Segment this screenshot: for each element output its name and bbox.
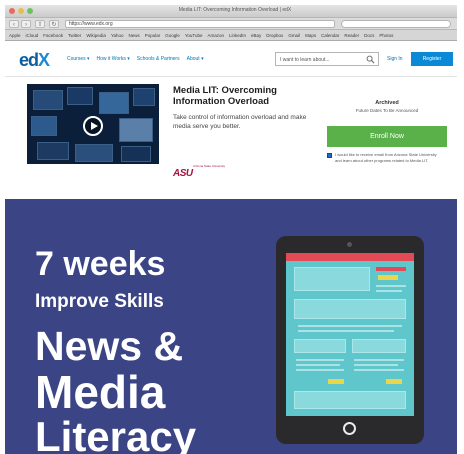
promo-headline-1: News & xyxy=(35,323,184,369)
school-name: Arizona State University xyxy=(193,164,226,168)
nav-schools-partners[interactable]: Schools & Partners xyxy=(137,56,180,62)
sign-in-link[interactable]: Sign In xyxy=(387,56,403,62)
bookmark-item[interactable]: LinkedIn xyxy=(229,33,246,38)
bookmark-item[interactable]: Facebook xyxy=(43,33,63,38)
logo-accent: X xyxy=(38,50,50,70)
nav-about[interactable]: About ▾ xyxy=(187,56,204,62)
enroll-button[interactable]: Enroll Now xyxy=(327,126,447,147)
bookmark-item[interactable]: eBay xyxy=(251,33,261,38)
minimize-window-button[interactable] xyxy=(18,8,24,14)
title-bar: Media LIT: Overcoming Information Overlo… xyxy=(5,5,457,18)
main-nav: Courses ▾ How it Works ▾ Schools & Partn… xyxy=(67,56,204,62)
promo-duration: 7 weeks xyxy=(35,245,166,283)
promo-subtitle: Improve Skills xyxy=(35,291,164,312)
register-button[interactable]: Register xyxy=(411,52,453,66)
email-optin-label: I would like to receive email from Arizo… xyxy=(335,152,437,163)
course-summary: Media LIT: Overcoming Information Overlo… xyxy=(5,77,457,199)
search-placeholder: I want to learn about... xyxy=(280,57,330,63)
window-controls xyxy=(9,8,33,14)
tablet-screen xyxy=(286,253,414,416)
course-description: Take control of information overload and… xyxy=(173,114,307,130)
promo-headline-3: Literacy xyxy=(35,413,197,454)
bookmark-item[interactable]: News xyxy=(129,33,140,38)
nav-how-it-works[interactable]: How it Works ▾ xyxy=(97,56,130,62)
bookmark-item[interactable]: Calendar xyxy=(321,33,339,38)
home-button-icon xyxy=(343,422,356,435)
camera-icon xyxy=(347,242,352,247)
close-window-button[interactable] xyxy=(9,8,15,14)
bookmark-item[interactable]: Reader xyxy=(344,33,359,38)
bookmark-item[interactable]: Apple xyxy=(9,33,21,38)
back-arrow-icon[interactable]: ‹ xyxy=(9,20,19,28)
email-optin-checkbox[interactable] xyxy=(327,153,332,158)
bookmark-item[interactable]: Google xyxy=(165,33,180,38)
bookmark-item[interactable]: Dropbox xyxy=(266,33,283,38)
screen-header-bar xyxy=(286,253,414,261)
bookmark-item[interactable]: Yahoo xyxy=(111,33,124,38)
promo-headline-2: Media xyxy=(35,366,166,418)
course-title: Media LIT: Overcoming Information Overlo… xyxy=(173,85,277,107)
browser-chrome: Media LIT: Overcoming Information Overlo… xyxy=(5,5,457,41)
forward-arrow-icon[interactable]: › xyxy=(21,20,31,28)
browser-toolbar: ‹ › ⇧ ↻ https://www.edx.org xyxy=(5,18,457,30)
site-search-input[interactable]: I want to learn about... xyxy=(275,52,379,66)
bookmark-item[interactable]: Wikipedia xyxy=(86,33,106,38)
bookmark-item[interactable]: Photos xyxy=(379,33,393,38)
edx-logo[interactable]: edX xyxy=(19,50,50,71)
bookmark-item[interactable]: iCloud xyxy=(26,33,39,38)
school-logo[interactable]: ASU Arizona State University xyxy=(173,163,225,181)
nav-courses[interactable]: Courses ▾ xyxy=(67,56,90,62)
bookmark-item[interactable]: Maps xyxy=(305,33,316,38)
browser-search-field[interactable] xyxy=(341,20,451,28)
course-status: Archived xyxy=(375,100,399,106)
address-bar[interactable]: https://www.edx.org xyxy=(65,20,335,28)
share-icon[interactable]: ⇧ xyxy=(35,20,45,28)
window-title: Media LIT: Overcoming Information Overlo… xyxy=(178,7,292,13)
zoom-window-button[interactable] xyxy=(27,8,33,14)
bookmark-item[interactable]: Gmail xyxy=(288,33,300,38)
bookmark-item[interactable]: Amazon xyxy=(208,33,225,38)
reload-icon[interactable]: ↻ xyxy=(49,20,59,28)
bookmark-item[interactable]: YouTube xyxy=(185,33,203,38)
bookmark-item[interactable]: Popular xyxy=(145,33,161,38)
promo-banner: 7 weeks Improve Skills News & Media Lite… xyxy=(5,199,457,454)
course-status-detail: Future Dates To Be Announced xyxy=(355,108,419,113)
search-icon[interactable] xyxy=(366,55,375,64)
logo-text: ed xyxy=(19,50,39,70)
play-icon[interactable] xyxy=(83,116,103,136)
bookmark-item[interactable]: Twitter xyxy=(68,33,81,38)
course-video-thumbnail[interactable] xyxy=(27,84,159,164)
tablet-illustration xyxy=(276,236,424,444)
bookmarks-bar: Apple iCloud Facebook Twitter Wikipedia Yahoo… xyxy=(5,30,457,41)
site-header: edX Courses ▾ How it Works ▾ Schools & P… xyxy=(5,41,457,77)
school-logo-mark: ASU xyxy=(173,168,193,179)
bookmark-item[interactable]: Docs xyxy=(364,33,374,38)
